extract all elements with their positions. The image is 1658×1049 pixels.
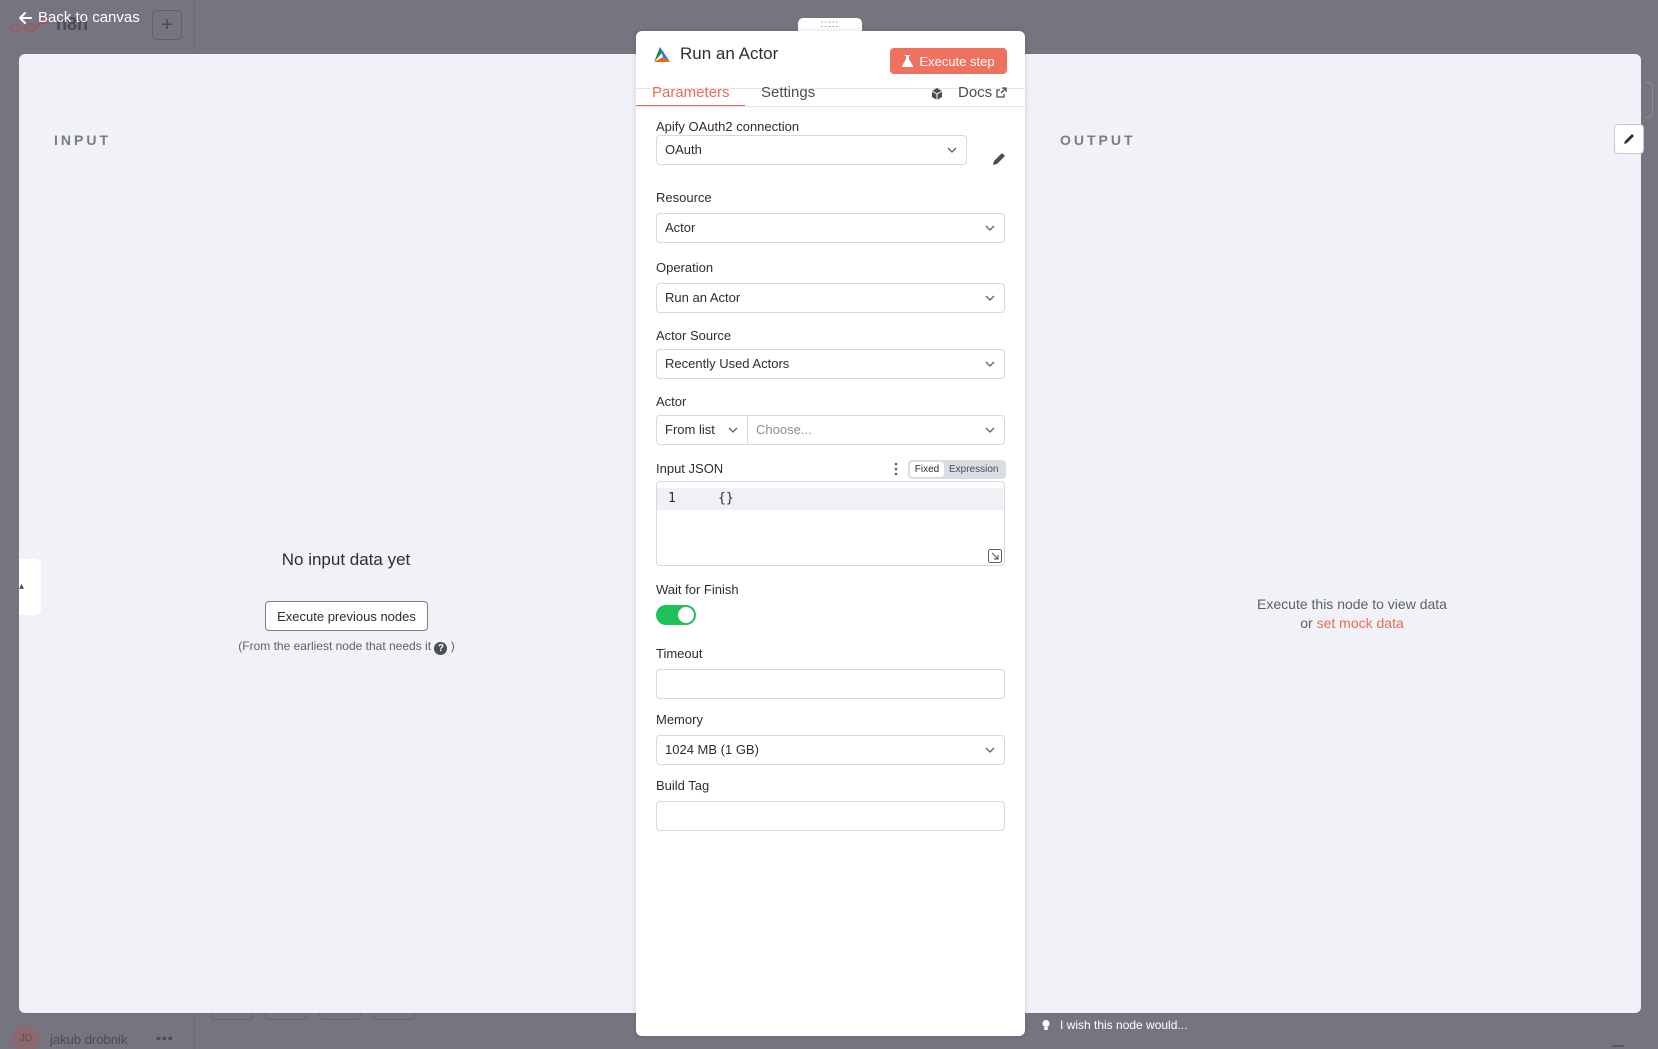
- pencil-icon: [1624, 134, 1634, 144]
- chevron-icon: ▴: [19, 581, 25, 592]
- wait-for-finish-toggle[interactable]: [656, 605, 696, 625]
- edit-credential-pencil-icon[interactable]: [991, 151, 1007, 167]
- input-pane-label: INPUT: [54, 132, 111, 148]
- node-settings-panel: Run an Actor Execute step Parameters Set…: [636, 31, 1025, 1036]
- execute-hint: (From the earliest node that needs it ? …: [189, 639, 504, 655]
- resize-icon[interactable]: [988, 549, 1002, 563]
- tab-parameters[interactable]: Parameters: [652, 84, 730, 101]
- actor-source-select[interactable]: Recently Used Actors: [656, 349, 1005, 379]
- output-message-line: Execute this node to view data: [1257, 596, 1447, 612]
- actor-mode-select[interactable]: From list: [656, 415, 748, 445]
- execute-previous-nodes-button[interactable]: Execute previous nodes: [265, 601, 428, 631]
- more-icon: •••: [156, 1030, 174, 1046]
- actor-mode-value: From list: [665, 422, 715, 437]
- kebab-menu-icon[interactable]: [894, 462, 898, 476]
- no-input-title: No input data yet: [281, 550, 411, 569]
- toggle-fixed[interactable]: Fixed: [910, 462, 944, 477]
- actor-source-label: Actor Source: [656, 328, 732, 343]
- resource-value: Actor: [665, 220, 696, 235]
- memory-select[interactable]: 1024 MB (1 GB): [656, 735, 1005, 765]
- wait-for-finish-label: Wait for Finish: [656, 582, 739, 597]
- credential-label: Apify OAuth2 connection: [656, 119, 800, 134]
- chevron-down-icon: [985, 361, 995, 367]
- resource-label: Resource: [656, 190, 712, 205]
- chevron-down-icon: [985, 747, 995, 753]
- memory-value: 1024 MB (1 GB): [665, 742, 759, 757]
- actor-source-value: Recently Used Actors: [665, 356, 790, 371]
- question-icon[interactable]: ?: [434, 642, 448, 655]
- back-to-canvas-button[interactable]: Back to canvas: [18, 9, 140, 26]
- resource-select[interactable]: Actor: [656, 213, 1005, 243]
- tabs-divider: [636, 106, 1025, 107]
- panel-tabs: Parameters Settings Docs: [636, 31, 1025, 107]
- feedback-link[interactable]: I wish this node would...: [1040, 1018, 1187, 1032]
- operation-label: Operation: [656, 260, 714, 275]
- input-json-label: Input JSON: [656, 461, 724, 476]
- operation-select[interactable]: Run an Actor: [656, 283, 1005, 313]
- credential-select[interactable]: OAuth: [656, 135, 967, 165]
- lightbulb-icon: [1042, 1020, 1050, 1030]
- operation-value: Run an Actor: [665, 290, 741, 305]
- chevron-down-icon: [728, 427, 738, 433]
- execute-hint-text: (From the earliest node that needs it: [238, 639, 432, 653]
- edit-output-button[interactable]: [1614, 124, 1644, 154]
- tab-settings[interactable]: Settings: [761, 84, 815, 101]
- timeout-input[interactable]: [656, 669, 1005, 699]
- chevron-down-icon: [985, 225, 995, 231]
- chevron-down-icon: [985, 427, 995, 433]
- timeout-label: Timeout: [656, 646, 703, 661]
- fixed-expression-toggle[interactable]: Fixed Expression: [908, 460, 1006, 479]
- build-tag-input[interactable]: [656, 801, 1005, 831]
- add-icon: +: [152, 10, 182, 40]
- output-pane-label: OUTPUT: [1060, 132, 1136, 148]
- user-profile: JD jakub drobnik: [12, 1025, 127, 1049]
- output-or-text: or: [1300, 615, 1313, 631]
- right-edge-handle: [1645, 82, 1653, 118]
- user-name: jakub drobnik: [50, 1031, 128, 1047]
- json-code-editor[interactable]: 1 {}: [656, 481, 1005, 566]
- chevron-down-icon: [947, 147, 957, 153]
- memory-label: Memory: [656, 712, 703, 727]
- external-link-icon: [996, 87, 1007, 98]
- code-line-active: 1 {}: [657, 488, 1004, 510]
- feedback-label: I wish this node would...: [1060, 1018, 1188, 1032]
- credential-value: OAuth: [665, 142, 702, 157]
- collapse-input-tab[interactable]: ▴: [19, 559, 41, 615]
- set-mock-data-link[interactable]: set mock data: [1317, 615, 1404, 631]
- back-to-canvas-label: Back to canvas: [38, 9, 140, 26]
- build-tag-label: Build Tag: [656, 778, 710, 793]
- bottom-corner-mark: [1612, 1045, 1624, 1047]
- actor-choose-select[interactable]: Choose...: [748, 415, 1005, 445]
- code-content: {}: [718, 491, 734, 506]
- output-empty-message: Execute this node to view data or set mo…: [1199, 595, 1505, 633]
- line-number: 1: [668, 491, 676, 506]
- execute-hint-suffix: ): [450, 639, 455, 653]
- toggle-expression[interactable]: Expression: [946, 460, 998, 479]
- cube-icon[interactable]: [930, 87, 944, 101]
- arrow-left-icon: [19, 11, 32, 24]
- avatar: JD: [12, 1025, 40, 1049]
- docs-link[interactable]: Docs: [958, 84, 1007, 101]
- actor-label: Actor: [656, 394, 687, 409]
- actor-placeholder: Choose...: [756, 422, 812, 437]
- docs-label: Docs: [958, 84, 993, 101]
- chevron-down-icon: [985, 295, 995, 301]
- toggle-knob: [678, 607, 694, 623]
- output-message-line2: or set mock data: [1199, 614, 1505, 633]
